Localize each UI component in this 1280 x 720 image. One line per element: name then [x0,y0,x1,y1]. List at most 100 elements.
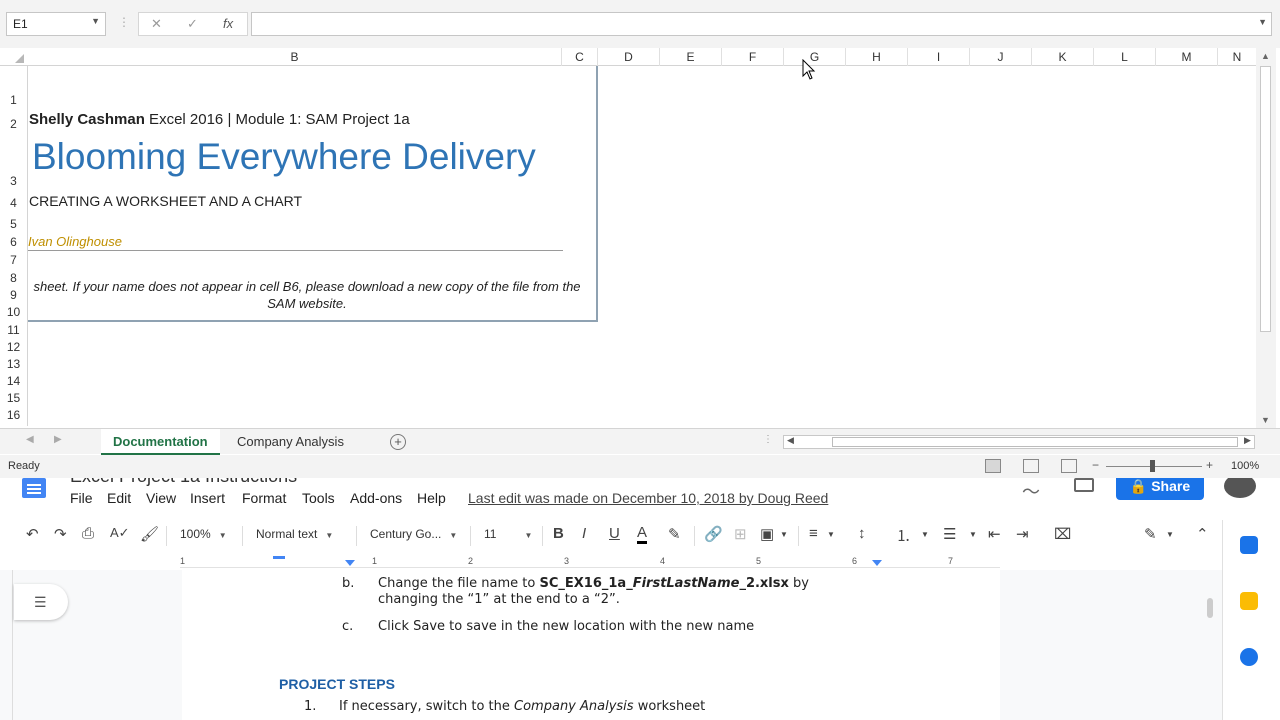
row-header[interactable]: 7 [0,253,27,267]
spellcheck-icon[interactable]: A✓ [110,525,130,541]
row-header[interactable]: 12 [0,340,27,354]
normal-view-icon[interactable] [985,459,1001,473]
add-sheet-icon[interactable]: + [390,434,406,450]
zoom-out-icon[interactable]: − [1092,458,1099,472]
decrease-indent-icon[interactable]: ⇤ [988,525,1001,543]
right-indent-marker[interactable] [872,560,882,566]
highlight-color-icon[interactable]: ✎ [668,525,681,543]
paint-format-icon[interactable]: 🖌 [140,525,159,543]
row-header[interactable]: 8 [0,271,27,285]
row-header[interactable]: 14 [0,374,27,388]
paragraph-style-select[interactable]: Normal text ▼ [256,527,333,541]
cell-b4-subtitle[interactable]: CREATING A WORKSHEET AND A CHART [29,193,302,209]
numbered-list-icon[interactable]: ⒈ [896,525,911,546]
zoom-level[interactable]: 100% [1231,460,1259,472]
comment-history-icon[interactable] [1074,478,1094,492]
col-header-h[interactable]: H [846,48,908,66]
bold-icon[interactable]: B [553,525,564,542]
enter-icon[interactable]: ✓ [187,16,198,32]
chevron-down-icon[interactable]: ▼ [921,530,929,539]
font-select[interactable]: Century Go... ▼ [370,527,457,541]
editing-mode-icon[interactable]: ✎ [1144,525,1157,543]
col-header-b[interactable]: B [28,48,562,66]
insert-image-icon[interactable]: ▣ [760,525,774,543]
horizontal-scrollbar[interactable]: ◀ ▶ [783,435,1255,449]
print-icon[interactable]: ⎙ [82,525,94,542]
tab-split-grip-icon[interactable]: ⋮ [763,434,773,445]
bulleted-list-icon[interactable]: ☰ [943,525,956,543]
last-edit-link[interactable]: Last edit was made on December 10, 2018 … [468,490,828,506]
sheet-tab-documentation[interactable]: Documentation [101,429,220,455]
horizontal-scroll-thumb[interactable] [832,437,1238,447]
col-header-e[interactable]: E [660,48,722,66]
sheet-tab-company-analysis[interactable]: Company Analysis [225,429,356,455]
line-spacing-icon[interactable]: ↕ [858,525,866,542]
zoom-select[interactable]: 100% ▼ [180,527,227,541]
menu-edit[interactable]: Edit [107,490,131,506]
clear-formatting-icon[interactable]: ⌧ [1054,525,1071,543]
vertical-scrollbar[interactable]: ▲ ▼ [1256,48,1276,428]
formula-input[interactable]: ▼ [251,12,1272,36]
increase-indent-icon[interactable]: ⇥ [1016,525,1029,543]
page-layout-view-icon[interactable] [1023,459,1039,473]
chevron-down-icon[interactable]: ▼ [969,530,977,539]
row-header[interactable]: 3 [0,174,27,188]
horizontal-ruler[interactable]: 1 1 2 3 4 5 6 7 [180,556,1000,568]
activity-dashboard-icon[interactable]: 〜 [1022,478,1040,504]
share-button[interactable]: 🔒 Share [1116,478,1204,500]
insert-comment-icon[interactable]: ⊞ [734,525,747,543]
row-header[interactable]: 9 [0,288,27,302]
row-header[interactable]: 2 [0,117,27,131]
scroll-up-icon[interactable]: ▲ [1261,51,1270,61]
scroll-down-icon[interactable]: ▼ [1261,415,1270,425]
chevron-down-icon[interactable]: ▼ [1166,530,1174,539]
underline-icon[interactable]: U [609,525,620,542]
menu-view[interactable]: View [146,490,176,506]
menu-format[interactable]: Format [242,490,286,506]
col-header-f[interactable]: F [722,48,784,66]
next-sheet-icon[interactable]: ▶ [54,434,62,445]
insert-link-icon[interactable]: 🔗 [704,525,723,543]
scroll-right-icon[interactable]: ▶ [1244,435,1251,446]
col-header-n[interactable]: N [1218,48,1256,66]
col-header-k[interactable]: K [1032,48,1094,66]
insert-function-icon[interactable]: fx [223,16,233,31]
row-header[interactable]: 11 [0,323,27,337]
cell-b8-note[interactable]: sheet. If your name does not appear in c… [28,278,586,312]
row-header[interactable]: 6 [0,235,27,249]
cell-grid[interactable]: Shelly Cashman Excel 2016 | Module 1: SA… [28,66,1256,426]
font-size-select[interactable]: 11 ▼ [484,527,532,541]
cell-b3-company-title[interactable]: Blooming Everywhere Delivery [32,136,536,178]
prev-sheet-icon[interactable]: ◀ [26,434,34,445]
row-header[interactable]: 13 [0,357,27,371]
text-color-icon[interactable]: A [637,525,648,544]
col-header-c[interactable]: C [562,48,598,66]
document-page[interactable]: b. Change the file name to SC_EX16_1a_Fi… [182,570,1000,720]
cell-b6-author[interactable]: Ivan Olinghouse [28,234,122,249]
menu-file[interactable]: File [70,490,93,506]
first-line-indent-marker[interactable] [273,556,285,559]
zoom-slider-thumb[interactable] [1150,460,1155,472]
document-title[interactable]: Excel Project 1a Instructions [70,478,297,487]
undo-icon[interactable]: ↶ [26,525,39,543]
account-avatar[interactable] [1224,478,1256,498]
col-header-j[interactable]: J [970,48,1032,66]
row-header[interactable]: 1 [0,93,27,107]
left-indent-marker[interactable] [345,560,355,566]
vertical-scroll-thumb[interactable] [1260,66,1271,332]
menu-help[interactable]: Help [417,490,446,506]
collapse-menu-icon[interactable]: ⌃ [1196,525,1209,543]
row-header[interactable]: 4 [0,196,27,210]
row-header[interactable]: 5 [0,217,27,231]
chevron-down-icon[interactable]: ▼ [827,530,835,539]
tasks-icon[interactable] [1240,648,1258,666]
cancel-icon[interactable]: ✕ [151,16,162,32]
menu-insert[interactable]: Insert [190,490,225,506]
scroll-left-icon[interactable]: ◀ [787,435,794,446]
document-scrollbar-thumb[interactable] [1207,598,1213,618]
align-icon[interactable]: ≡ [809,525,818,542]
cell-b2[interactable]: Shelly Cashman Excel 2016 | Module 1: SA… [29,111,410,128]
document-outline-button[interactable]: ☰ [14,584,68,620]
col-header-m[interactable]: M [1156,48,1218,66]
select-all-corner[interactable] [0,48,28,66]
